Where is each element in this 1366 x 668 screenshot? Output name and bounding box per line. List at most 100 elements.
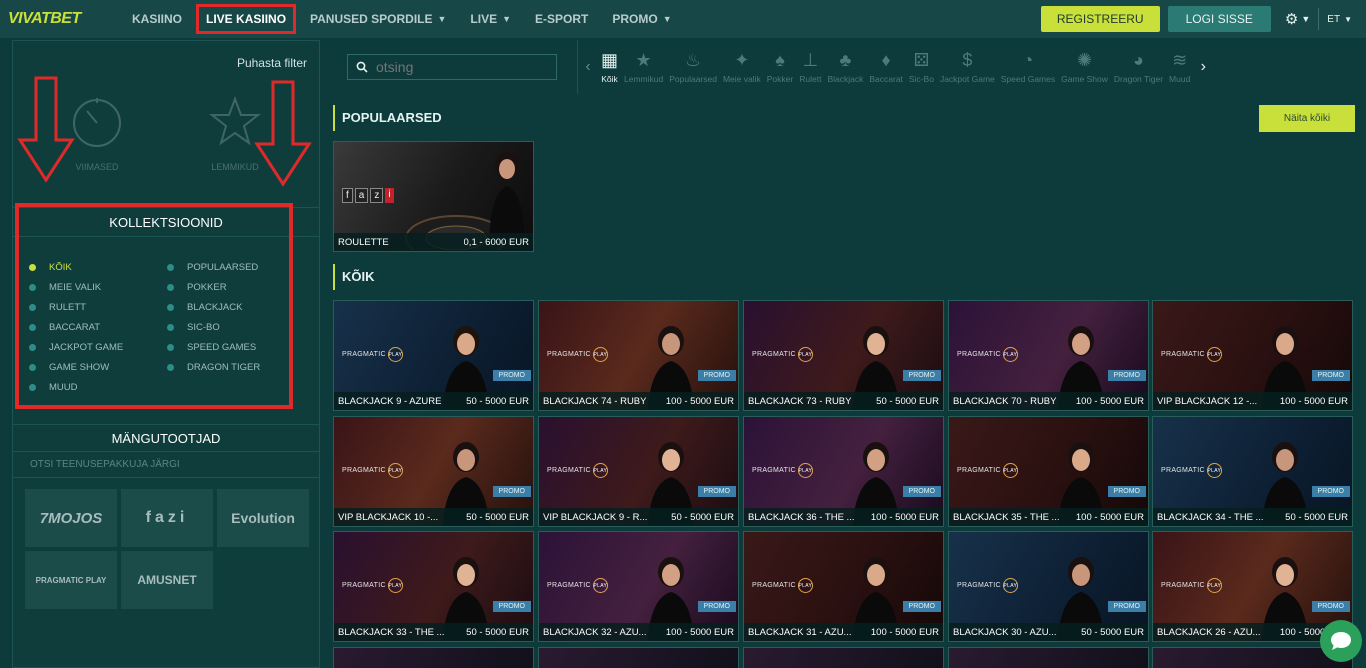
game-tile[interactable]: PRAGMATIC PLAY PROMO BLACKJACK 34 - THE ...…	[1152, 416, 1353, 527]
category-muud[interactable]: ≋ Muud	[1166, 40, 1193, 94]
category-sic-bo[interactable]: ⚄ Sic-Bo	[906, 40, 937, 94]
game-name: BLACKJACK 36 - THE ...	[748, 511, 855, 523]
game-name: BLACKJACK 32 - AZU...	[543, 626, 647, 638]
chat-button[interactable]	[1320, 620, 1362, 662]
collection-dragon-tiger[interactable]: DRAGON TIGER	[167, 361, 305, 374]
game-tile[interactable]: PRAGMATIC PLAY PROMO BLACKJACK 74 - RUBY 100…	[538, 300, 739, 411]
provider-label: PRAGMATIC	[752, 582, 796, 589]
register-button[interactable]: REGISTREERU	[1040, 6, 1160, 32]
filter-sidebar: Puhasta filter VIIMASED LEMMIKUD KOLLEKT…	[12, 40, 320, 668]
category-rulett[interactable]: ⊥ Rulett	[796, 40, 824, 94]
provider-fazi[interactable]: fazi	[121, 489, 213, 547]
pragmatic-play-logo: PRAGMATIC PLAY	[957, 578, 1018, 593]
category-jackpot-game[interactable]: $ Jackpot Game	[937, 40, 998, 94]
provider-7mojos[interactable]: 7MOJOS	[25, 489, 117, 547]
chevron-right-icon[interactable]: ›	[1193, 58, 1213, 76]
promo-badge: PROMO	[902, 601, 941, 612]
collection-meie-valik[interactable]: MEIE VALIK	[29, 281, 167, 294]
collections-list: KÕIK POPULAARSED MEIE VALIK POKKER RULET…	[29, 261, 309, 394]
game-tile-partial[interactable]	[538, 647, 739, 668]
play-ring-icon: PLAY	[387, 578, 403, 593]
category-lemmikud[interactable]: ★ Lemmikud	[621, 40, 666, 94]
game-tile[interactable]: PRAGMATIC PLAY PROMO BLACKJACK 26 - AZU... 1…	[1152, 531, 1353, 642]
game-tile-partial[interactable]	[948, 647, 1149, 668]
collection-populaarsed[interactable]: POPULAARSED	[167, 261, 305, 274]
game-tile[interactable]: PRAGMATIC PLAY PROMO BLACKJACK 33 - THE ...…	[333, 531, 534, 642]
game-tile[interactable]: PRAGMATIC PLAY PROMO BLACKJACK 9 - AZURE 50 …	[333, 300, 534, 411]
category-meie-valik[interactable]: ✦ Meie valik	[720, 40, 764, 94]
tile-caption: ROULETTE 0,1 - 6000 EUR	[334, 233, 533, 251]
collection-koik[interactable]: KÕIK	[29, 261, 167, 274]
nav-esport[interactable]: E-SPORT	[523, 0, 600, 38]
providers-heading: MÄNGUTOOTJAD	[13, 424, 319, 452]
game-tile[interactable]: PRAGMATIC PLAY PROMO BLACKJACK 30 - AZU... 5…	[948, 531, 1149, 642]
chevron-left-icon[interactable]: ‹	[578, 58, 598, 76]
login-button[interactable]: LOGI SISSE	[1167, 6, 1271, 32]
settings-menu[interactable]: ⚙ ▼	[1285, 10, 1310, 28]
nav-live-kasiino[interactable]: LIVE KASIINO	[194, 2, 298, 36]
game-tile[interactable]: PRAGMATIC PLAY PROMO VIP BLACKJACK 9 - R...…	[538, 416, 739, 527]
game-tile-roulette[interactable]: f a z i ROULETTE 0,1 - 6000 EUR	[333, 141, 534, 252]
provider-pragmatic-play[interactable]: PRAGMATIC PLAY	[25, 551, 117, 609]
speedometer-icon: ◔	[1022, 49, 1034, 70]
game-name: BLACKJACK 35 - THE ...	[953, 511, 1060, 523]
clear-filter-link[interactable]: Puhasta filter	[237, 56, 307, 70]
pragmatic-play-logo: PRAGMATIC PLAY	[547, 578, 608, 593]
collection-rulett[interactable]: RULETT	[29, 301, 167, 314]
search-input[interactable]	[376, 59, 546, 75]
category-populaarsed[interactable]: ♨ Populaarsed	[666, 40, 720, 94]
provider-search-label[interactable]: OTSI TEENUSEPAKKUJA JÄRGI	[13, 452, 319, 478]
game-name: BLACKJACK 9 - AZURE	[338, 395, 442, 407]
show-all-button[interactable]: Näita kõiki	[1259, 105, 1355, 132]
category-speed-games[interactable]: ◔ Speed Games	[998, 40, 1058, 94]
game-tile[interactable]: PRAGMATIC PLAY PROMO BLACKJACK 31 - AZU... 1…	[743, 531, 944, 642]
category-game-show[interactable]: ✺ Game Show	[1058, 40, 1111, 94]
nav-panused-spordile[interactable]: PANUSED SPORDILE ▼	[298, 0, 458, 38]
wheel-icon: ✺	[1076, 49, 1093, 70]
play-ring-icon: PLAY	[797, 578, 813, 593]
search-box[interactable]	[347, 54, 557, 80]
game-tile-partial[interactable]	[743, 647, 944, 668]
game-tile[interactable]: PRAGMATIC PLAY PROMO BLACKJACK 70 - RUBY 100…	[948, 300, 1149, 411]
collection-baccarat[interactable]: BACCARAT	[29, 321, 167, 334]
collection-game-show[interactable]: GAME SHOW	[29, 361, 167, 374]
collection-label: BLACKJACK	[187, 302, 243, 313]
category-label: Kõik	[601, 74, 618, 84]
category-label: Dragon Tiger	[1113, 74, 1164, 84]
logo-letter: f	[342, 188, 353, 203]
game-tile[interactable]: PRAGMATIC PLAY PROMO BLACKJACK 32 - AZU... 1…	[538, 531, 739, 642]
nav-live[interactable]: LIVE ▼	[458, 0, 523, 38]
provider-amusnet[interactable]: AMUSNET	[121, 551, 213, 609]
radio-dot	[167, 324, 174, 331]
brand-logo[interactable]: VIVATBET	[0, 10, 120, 28]
collection-sic-bo[interactable]: SIC-BO	[167, 321, 305, 334]
collection-jackpot-game[interactable]: JACKPOT GAME	[29, 341, 167, 354]
game-tile[interactable]: PRAGMATIC PLAY PROMO BLACKJACK 35 - THE ...…	[948, 416, 1149, 527]
provider-evolution[interactable]: Evolution	[217, 489, 309, 547]
collection-label: MUUD	[49, 382, 78, 393]
category-pokker[interactable]: ♠ Pokker	[764, 40, 796, 94]
category-baccarat[interactable]: ♦ Baccarat	[866, 40, 906, 94]
radio-dot	[29, 264, 36, 271]
game-tile[interactable]: PRAGMATIC PLAY PROMO VIP BLACKJACK 12 -... 1…	[1152, 300, 1353, 411]
nav-promo[interactable]: PROMO ▼	[600, 0, 683, 38]
category-label: Game Show	[1061, 74, 1108, 84]
category-koik[interactable]: ▦ Kõik	[598, 40, 621, 94]
collection-pokker[interactable]: POKKER	[167, 281, 305, 294]
collection-blackjack[interactable]: BLACKJACK	[167, 301, 305, 314]
collection-muud[interactable]: MUUD	[29, 381, 167, 394]
game-tile[interactable]: PRAGMATIC PLAY PROMO VIP BLACKJACK 10 -... 5…	[333, 416, 534, 527]
language-selector[interactable]: ET ▼	[1327, 14, 1366, 25]
game-tile[interactable]: PRAGMATIC PLAY PROMO BLACKJACK 73 - RUBY 50 …	[743, 300, 944, 411]
radio-dot	[167, 344, 174, 351]
stars-icon: ✦	[734, 49, 750, 70]
play-ring-icon: PLAY	[797, 347, 813, 362]
nav-kasiino[interactable]: KASIINO	[120, 0, 194, 38]
pragmatic-play-logo: PRAGMATIC PLAY	[1161, 347, 1222, 362]
game-tile[interactable]: PRAGMATIC PLAY PROMO BLACKJACK 36 - THE ...…	[743, 416, 944, 527]
tile-caption: BLACKJACK 73 - RUBY 50 - 5000 EUR	[744, 392, 943, 410]
category-blackjack[interactable]: ♣ Blackjack	[824, 40, 866, 94]
collection-speed-games[interactable]: SPEED GAMES	[167, 341, 305, 354]
game-tile-partial[interactable]	[333, 647, 534, 668]
category-dragon-tiger[interactable]: ◕ Dragon Tiger	[1111, 40, 1166, 94]
